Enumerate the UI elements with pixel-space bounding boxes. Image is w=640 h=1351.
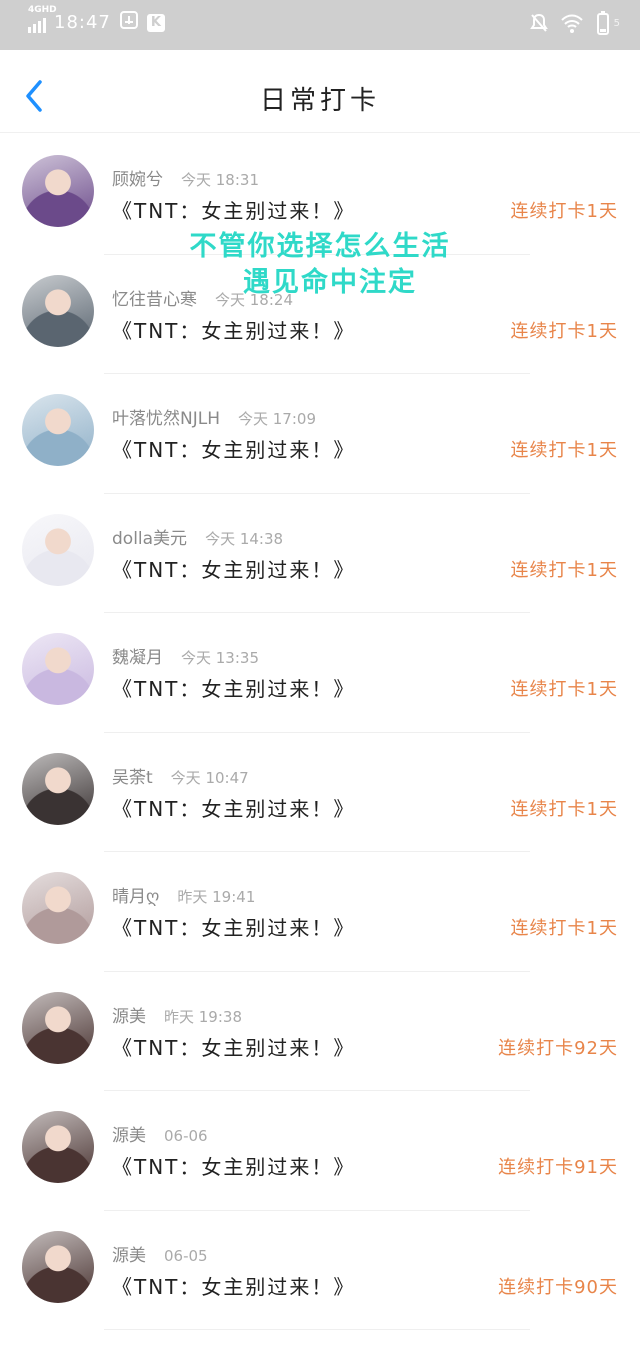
user-name[interactable]: 晴月ღ 昨天 19:41 [112,882,255,907]
list-item[interactable]: 源美 06-05 《TNT：女主别过来！》 连续打卡90天 [0,1211,640,1330]
checkin-time: 06-05 [164,1246,208,1265]
list-item[interactable]: 魏凝月 今天 13:35 《TNT：女主别过来！》 连续打卡1天 [0,613,640,733]
avatar[interactable] [22,394,94,466]
avatar[interactable] [22,1111,94,1183]
checkin-time: 今天 14:38 [205,529,284,548]
checkin-time: 昨天 19:38 [164,1007,242,1026]
book-title[interactable]: 《TNT：女主别过来！》 [112,315,355,344]
streak-label: 连续打卡91天 [498,1157,618,1178]
list-item[interactable]: 吴荼t 今天 10:47 《TNT：女主别过来！》 连续打卡1天 [0,733,640,852]
book-title[interactable]: 《TNT：女主别过来！》 [112,554,355,583]
user-name-text[interactable]: 源美 [112,1126,146,1146]
avatar[interactable] [22,513,94,586]
nav-header: 日常打卡 [0,50,640,133]
mute-bell-icon [529,13,548,33]
avatar[interactable] [22,1230,94,1303]
checkin-time: 今天 18:31 [181,171,259,189]
user-name[interactable]: dolla美元 今天 14:38 [112,524,283,549]
checkin-time: 今天 13:35 [181,649,259,667]
user-name[interactable]: 源美 06-05 [112,1241,208,1266]
user-name[interactable]: 源美 06-06 [112,1121,208,1146]
user-name[interactable]: 吴荼t 今天 10:47 [112,763,249,788]
streak-label: 连续打卡92天 [498,1037,618,1059]
status-left: 4GHD 18:47 K [28,5,165,35]
status-bar: 4GHD 18:47 K 5 [0,0,640,50]
checkin-time: 今天 18:24 [215,290,293,309]
list-item[interactable]: 顾婉兮 今天 18:31 《TNT：女主别过来！》 连续打卡1天 [0,135,640,255]
streak-label: 连续打卡1天 [510,679,618,700]
user-name[interactable]: 顾婉兮 今天 18:31 [112,165,259,190]
list-item[interactable]: 源美 昨天 19:38 《TNT：女主别过来！》 连续打卡92天 [0,972,640,1091]
book-title[interactable]: 《TNT：女主别过来！》 [112,1151,355,1180]
user-name[interactable]: 魏凝月 今天 13:35 [112,643,259,668]
list-item[interactable]: 源美 06-06 《TNT：女主别过来！》 连续打卡91天 [0,1091,640,1211]
checkin-time: 昨天 19:41 [177,888,256,906]
user-name-text[interactable]: 源美 [112,1007,146,1027]
battery-level: 5 [613,17,620,29]
checkin-time: 今天 10:47 [170,768,249,787]
book-title[interactable]: 《TNT：女主别过来！》 [112,195,355,224]
wifi-icon [560,13,584,33]
avatar[interactable] [22,633,94,705]
list-item[interactable]: 晴月ღ 昨天 19:41 《TNT：女主别过来！》 连续打卡1天 [0,852,640,972]
network-label: 4GHD [28,4,57,15]
battery-icon [596,10,610,36]
user-name[interactable]: 忆往昔心寒 今天 18:24 [112,285,293,310]
avatar[interactable] [22,991,94,1064]
book-title[interactable]: 《TNT：女主别过来！》 [112,673,355,702]
avatar[interactable] [22,752,94,825]
streak-label: 连续打卡1天 [510,201,618,222]
user-name-text[interactable]: 晴月ღ [112,887,159,907]
streak-label: 连续打卡90天 [498,1276,618,1298]
user-name-text[interactable]: 源美 [112,1246,146,1266]
user-name[interactable]: 叶落忧然NJLH 今天 17:09 [112,404,316,429]
divider [104,1329,530,1330]
lock-icon [119,10,139,35]
book-title[interactable]: 《TNT：女主别过来！》 [112,434,355,463]
streak-label: 连续打卡1天 [510,440,618,461]
user-name-text[interactable]: 叶落忧然NJLH [112,409,220,429]
k-app-icon: K [146,13,165,32]
user-name[interactable]: 源美 昨天 19:38 [112,1002,242,1027]
avatar[interactable] [22,274,94,347]
signal-icon: 4GHD [28,5,57,33]
book-title[interactable]: 《TNT：女主别过来！》 [112,1271,355,1300]
user-name-text[interactable]: 吴荼t [112,768,153,788]
list-item[interactable]: dolla美元 今天 14:38 《TNT：女主别过来！》 连续打卡1天 [0,494,640,613]
avatar[interactable] [22,872,94,944]
user-name-text[interactable]: dolla美元 [112,529,187,549]
user-name-text[interactable]: 顾婉兮 [112,170,163,190]
checkin-time: 06-06 [164,1127,208,1145]
streak-label: 连续打卡1天 [510,798,618,820]
checkin-time: 今天 17:09 [238,410,316,428]
book-title[interactable]: 《TNT：女主别过来！》 [112,1032,355,1061]
status-right: 5 [529,10,620,36]
streak-label: 连续打卡1天 [510,559,618,581]
page-title: 日常打卡 [259,86,380,116]
streak-label: 连续打卡1天 [510,918,618,939]
user-name-text[interactable]: 魏凝月 [112,648,163,668]
book-title[interactable]: 《TNT：女主别过来！》 [112,793,355,822]
list-item[interactable]: 叶落忧然NJLH 今天 17:09 《TNT：女主别过来！》 连续打卡1天 [0,374,640,494]
user-name-text[interactable]: 忆往昔心寒 [112,290,197,310]
checkin-list: 顾婉兮 今天 18:31 《TNT：女主别过来！》 连续打卡1天 忆往昔心寒 今天 18:… [0,135,640,1330]
book-title[interactable]: 《TNT：女主别过来！》 [112,912,355,941]
avatar[interactable] [22,155,94,227]
status-time: 18:47 [54,12,111,33]
list-item[interactable]: 忆往昔心寒 今天 18:24 《TNT：女主别过来！》 连续打卡1天 [0,255,640,374]
streak-label: 连续打卡1天 [510,320,618,342]
